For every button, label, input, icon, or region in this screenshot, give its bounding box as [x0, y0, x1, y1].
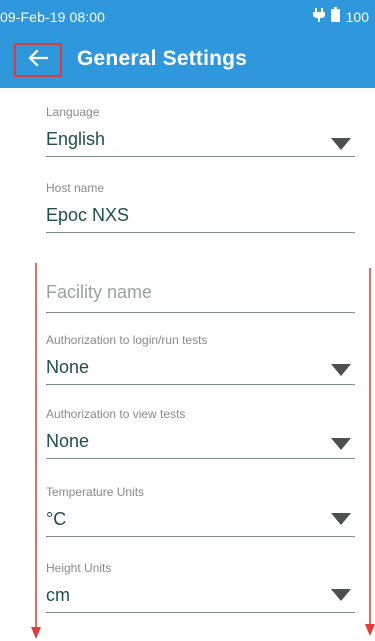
facility-name-placeholder: Facility name	[46, 282, 153, 302]
height-units-field[interactable]: Height Units cm	[46, 561, 355, 613]
host-name-underline	[46, 232, 355, 233]
auth-view-field[interactable]: Authorization to view tests None	[46, 407, 355, 459]
scroll-down-arrow-right	[365, 268, 375, 636]
back-button[interactable]	[14, 43, 62, 77]
height-units-value: cm	[46, 585, 70, 605]
charging-plug-icon	[312, 7, 325, 27]
host-name-label: Host name	[46, 181, 105, 195]
page-title: General Settings	[77, 47, 248, 70]
status-time: 09-Feb-19 08:00	[0, 9, 106, 25]
status-icons: 100	[312, 7, 369, 27]
facility-name-underline	[46, 312, 355, 313]
facility-name-input[interactable]: Facility name	[46, 282, 355, 313]
temperature-units-label: Temperature Units	[46, 485, 145, 499]
language-value: English	[46, 129, 106, 149]
auth-view-label: Authorization to view tests	[46, 407, 186, 421]
auth-view-value: None	[46, 431, 90, 451]
auth-view-underline	[46, 458, 355, 459]
dropdown-caret-icon[interactable]	[331, 589, 351, 601]
language-field[interactable]: Language English	[46, 105, 355, 157]
dropdown-caret-icon[interactable]	[331, 138, 351, 150]
language-label: Language	[46, 105, 100, 119]
dropdown-caret-icon[interactable]	[331, 364, 351, 376]
dropdown-caret-icon[interactable]	[331, 513, 351, 525]
height-units-label: Height Units	[46, 561, 112, 575]
host-name-field[interactable]: Host name Epoc NXS	[46, 181, 355, 233]
auth-login-field[interactable]: Authorization to login/run tests None	[46, 333, 355, 385]
status-bar: 09-Feb-19 08:00 100	[0, 0, 375, 34]
auth-login-value: None	[46, 357, 90, 377]
auth-login-label: Authorization to login/run tests	[46, 333, 208, 347]
height-units-underline	[46, 612, 355, 613]
dropdown-caret-icon[interactable]	[331, 438, 351, 450]
arrow-left-icon	[28, 48, 49, 72]
scroll-down-arrow-left	[31, 263, 41, 639]
temperature-units-value: °C	[46, 509, 67, 529]
app-bar: General Settings	[0, 34, 375, 88]
temperature-units-field[interactable]: Temperature Units °C	[46, 485, 355, 537]
settings-form: Language English Host name Epoc NXS Faci…	[0, 88, 375, 641]
battery-icon	[330, 7, 340, 27]
battery-level: 100	[345, 9, 369, 25]
language-underline	[46, 156, 355, 157]
temperature-units-underline	[46, 536, 355, 537]
auth-login-underline	[46, 384, 355, 385]
host-name-value: Epoc NXS	[46, 205, 130, 225]
